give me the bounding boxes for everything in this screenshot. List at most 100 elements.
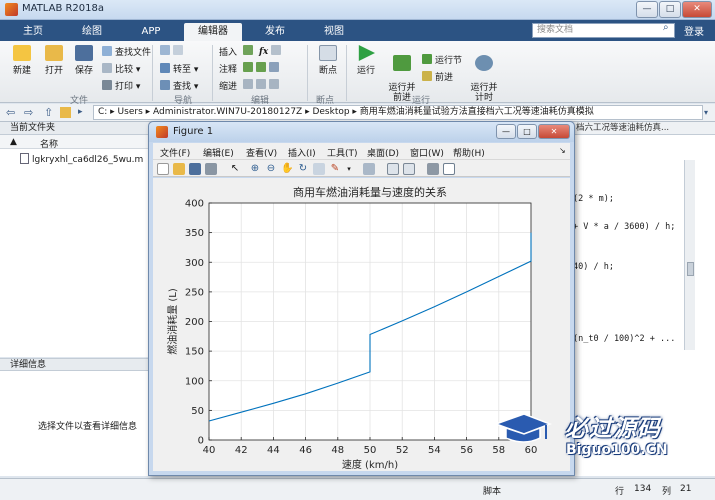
group-separator	[346, 45, 347, 101]
insert-section-icon	[243, 45, 253, 55]
details-message: 选择文件以查看详细信息	[38, 422, 138, 432]
data-cursor-icon[interactable]	[313, 163, 325, 175]
file-list-item[interactable]: lgkryxhl_ca6dl26_5wu.m	[20, 153, 143, 165]
dock-arrow-icon[interactable]: ↘	[559, 146, 566, 155]
open-button[interactable]: 打开	[40, 45, 68, 76]
save-figure-icon[interactable]	[189, 163, 201, 175]
insert-button[interactable]: 插入	[219, 45, 237, 58]
run-and-time-button[interactable]: 运行并 计时	[468, 45, 500, 103]
figure-title-bar[interactable]: Figure 1 — □ ✕	[149, 122, 574, 142]
new-figure-icon[interactable]	[157, 163, 169, 175]
pointer-icon[interactable]: ↖	[229, 163, 241, 175]
goto-button[interactable]: 转至 ▾	[160, 62, 198, 75]
back-icon	[160, 45, 170, 55]
brush-icon[interactable]: ✎	[329, 163, 341, 175]
comment-button[interactable]: 注释	[219, 62, 237, 75]
browse-folder-icon[interactable]	[60, 107, 71, 118]
edit-icons-row1[interactable]: fx	[243, 45, 284, 57]
find-button[interactable]: 查找 ▾	[160, 79, 198, 92]
zoom-in-icon[interactable]: ⊕	[249, 163, 261, 175]
hide-plot-tools-icon[interactable]	[427, 163, 439, 175]
path-dropdown-icon[interactable]: ▾	[704, 108, 708, 117]
colorbar-icon[interactable]	[387, 163, 399, 175]
details-header: 详细信息	[0, 358, 150, 371]
figure-title: Figure 1	[173, 126, 214, 137]
run-play-icon	[358, 45, 375, 61]
print-icon	[102, 80, 112, 90]
edit-icons-row3[interactable]	[243, 79, 282, 91]
menu-tools[interactable]: 工具(T)	[327, 146, 358, 159]
menu-view[interactable]: 查看(V)	[246, 146, 277, 159]
search-icon[interactable]: ⌕	[663, 22, 669, 33]
legend-icon[interactable]	[403, 163, 415, 175]
print-label: 打印	[115, 82, 134, 92]
login-link[interactable]: 登录	[684, 23, 704, 38]
breakpoints-button[interactable]: 断点	[313, 45, 343, 76]
maximize-button[interactable]: □	[659, 1, 681, 18]
save-button[interactable]: 保存	[70, 45, 98, 76]
forward-arrow-icon[interactable]: ⇨	[24, 106, 33, 119]
find-files-button[interactable]: 查找文件	[102, 45, 151, 58]
close-button[interactable]: ✕	[682, 1, 712, 18]
menu-desktop[interactable]: 桌面(D)	[367, 146, 399, 159]
scrollbar-thumb[interactable]	[687, 262, 694, 276]
tab-editor[interactable]: 编辑器	[184, 23, 242, 41]
edit-icons-row2[interactable]	[243, 62, 282, 74]
editor-tab[interactable]: 档六工况等速油耗仿真...	[568, 122, 715, 135]
new-icon	[13, 45, 31, 61]
new-button[interactable]: 新建	[8, 45, 36, 76]
insert-label: 插入	[219, 48, 238, 58]
back-arrow-icon[interactable]: ⇦	[6, 106, 15, 119]
link-plot-icon[interactable]	[363, 163, 375, 175]
menu-insert[interactable]: 插入(I)	[288, 146, 316, 159]
tab-view[interactable]: 视图	[308, 23, 360, 41]
y-tick-label: 0	[198, 436, 204, 447]
figure-minimize-button[interactable]: —	[496, 124, 516, 139]
name-column-header[interactable]: 名称	[40, 137, 58, 150]
figure-close-button[interactable]: ✕	[538, 124, 570, 139]
menu-edit[interactable]: 编辑(E)	[203, 146, 234, 159]
watermark: 必过源码 Biguo100.CN	[492, 404, 692, 464]
fx-icon[interactable]: fx	[259, 47, 268, 57]
run-section-button[interactable]: 运行节	[422, 53, 462, 66]
run-section-label: 运行节	[435, 56, 463, 66]
comment-percent-icon	[243, 62, 253, 72]
current-folder-path[interactable]: C: ▸ Users ▸ Administrator.WIN7U-2018012…	[93, 105, 703, 120]
back-forward-buttons[interactable]	[160, 45, 186, 57]
group-separator	[152, 45, 153, 101]
tab-home[interactable]: 主页	[8, 23, 58, 41]
current-folder-panel: ▲ 名称 lgkryxhl_ca6dl26_5wu.m	[0, 135, 150, 357]
minimize-button[interactable]: —	[636, 1, 658, 18]
group-separator	[212, 45, 213, 101]
figure-maximize-button[interactable]: □	[517, 124, 537, 139]
editor-scrollbar[interactable]	[684, 160, 695, 350]
run-button[interactable]: 运行	[352, 45, 380, 76]
compare-button[interactable]: 比较 ▾	[102, 62, 140, 75]
indent-button[interactable]: 缩进	[219, 79, 237, 92]
up-folder-icon[interactable]: ⇧	[44, 106, 53, 119]
format-icon	[271, 45, 282, 55]
print-figure-icon[interactable]	[205, 163, 217, 175]
menu-help[interactable]: 帮助(H)	[453, 146, 485, 159]
print-button[interactable]: 打印 ▾	[102, 79, 140, 92]
x-tick-label: 48	[331, 445, 344, 456]
tab-plots[interactable]: 绘图	[66, 23, 118, 41]
zoom-out-icon[interactable]: ⊖	[265, 163, 277, 175]
save-icon	[75, 45, 93, 61]
tab-publish[interactable]: 发布	[250, 23, 300, 41]
file-type-status: 脚本	[483, 487, 502, 497]
pan-hand-icon[interactable]: ✋	[281, 163, 293, 175]
open-file-icon[interactable]	[173, 163, 185, 175]
tab-apps[interactable]: APP	[126, 23, 176, 41]
brush-dropdown-icon[interactable]: ▾	[343, 163, 355, 175]
menu-window[interactable]: 窗口(W)	[410, 146, 444, 159]
menu-file[interactable]: 文件(F)	[160, 146, 190, 159]
advance-button[interactable]: 前进	[422, 70, 453, 83]
code-line: 40) / h;	[573, 262, 614, 272]
search-documentation-input[interactable]: 搜索文档	[532, 23, 675, 38]
rotate-icon[interactable]: ↻	[297, 163, 309, 175]
find-files-icon	[102, 46, 112, 56]
show-plot-tools-icon[interactable]	[443, 163, 455, 175]
sort-ascending-icon[interactable]: ▲	[10, 137, 17, 147]
new-label: 新建	[12, 66, 31, 76]
